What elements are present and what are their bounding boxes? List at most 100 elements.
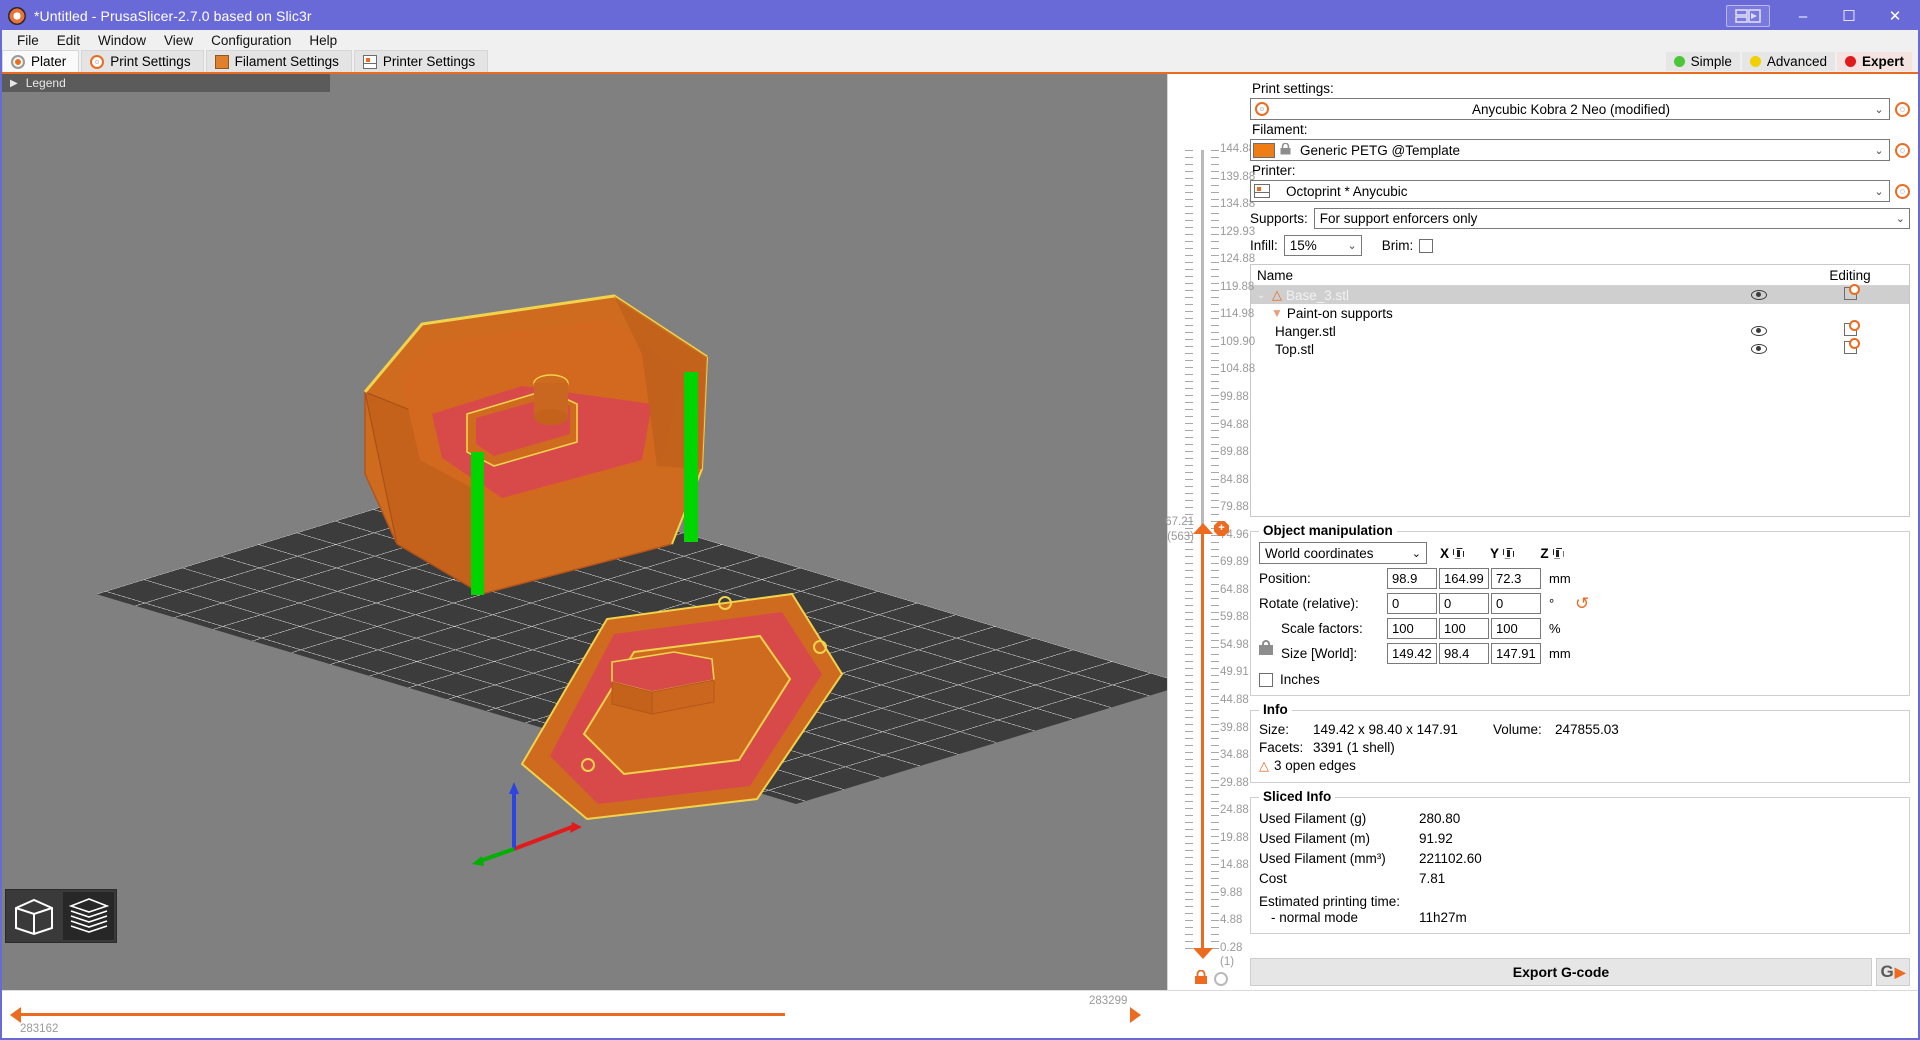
send-to-printer-icon[interactable]: G ▶: [1876, 958, 1910, 986]
layer-slider-upper-handle[interactable]: [1193, 523, 1213, 534]
horizontal-slider-right-handle[interactable]: [1130, 1007, 1141, 1023]
edit-object-icon[interactable]: [1843, 320, 1860, 336]
axis-label-z: Z: [1540, 545, 1549, 561]
print-settings-combobox[interactable]: Anycubic Kobra 2 Neo (modified) ⌄: [1250, 98, 1890, 120]
tab-printer-settings[interactable]: Printer Settings: [353, 50, 489, 72]
rotate-z-input[interactable]: 0: [1491, 593, 1541, 614]
uniform-scale-lock-icon[interactable]: [1259, 640, 1273, 656]
preview-layers-icon[interactable]: [63, 892, 114, 940]
warning-triangle-icon: △: [1272, 287, 1282, 302]
table-row[interactable]: ▼ Paint-on supports: [1251, 304, 1909, 322]
position-x-input[interactable]: 98.9: [1387, 568, 1437, 589]
prusaslicer-window: *Untitled - PrusaSlicer-2.7.0 based on S…: [0, 0, 1920, 1040]
menu-file[interactable]: File: [8, 31, 48, 50]
position-y-input[interactable]: 164.99: [1439, 568, 1489, 589]
layer-slider-tick-label: 4.88: [1220, 914, 1243, 927]
tab-print-settings[interactable]: Print Settings: [81, 50, 204, 72]
layer-slider-tick-label: 59.88: [1220, 611, 1249, 624]
3d-viewport[interactable]: ▶ Legend: [2, 74, 1167, 990]
mode-advanced-button[interactable]: Advanced: [1741, 52, 1835, 71]
filament-edit-gear-icon[interactable]: [1895, 142, 1910, 158]
horizontal-slider-track[interactable]: [20, 1013, 785, 1016]
print-bed: [96, 474, 1167, 804]
filament-label: Filament:: [1252, 122, 1308, 137]
print-settings-edit-gear-icon[interactable]: [1895, 101, 1910, 117]
position-z-input[interactable]: 72.3: [1491, 568, 1541, 589]
editing-cell[interactable]: [1791, 338, 1909, 357]
visibility-cell[interactable]: [1726, 342, 1791, 357]
object-name-top: Top.stl: [1275, 341, 1315, 357]
scale-x-input[interactable]: 100: [1387, 618, 1437, 639]
object-list[interactable]: Name Editing ⌄ △ Base_3.stl ▼ Paint-on s…: [1250, 264, 1910, 517]
brim-checkbox[interactable]: [1419, 238, 1434, 253]
window-title: *Untitled - PrusaSlicer-2.7.0 based on S…: [34, 8, 312, 24]
table-row[interactable]: Hanger.stl: [1251, 320, 1909, 340]
layer-slider-lower-handle[interactable]: [1193, 948, 1213, 959]
chevron-down-icon: ⌄: [1874, 144, 1884, 157]
inches-checkbox[interactable]: [1259, 672, 1273, 687]
object-name-base: Base_3.stl: [1286, 287, 1350, 303]
menu-edit[interactable]: Edit: [48, 31, 89, 50]
coordinate-space-value: World coordinates: [1265, 545, 1374, 561]
printer-edit-gear-icon[interactable]: [1895, 183, 1910, 199]
drop-to-bed-y-icon[interactable]: [1503, 548, 1514, 559]
chevron-down-icon[interactable]: ⌄: [1257, 290, 1268, 301]
menu-window[interactable]: Window: [89, 31, 155, 50]
paint-on-supports-icon: ▼: [1271, 306, 1283, 320]
scale-y-input[interactable]: 100: [1439, 618, 1489, 639]
layer-slider[interactable]: 144.88 139.88 134.88 129.93 124.88 119.88 114.…: [1165, 74, 1255, 990]
horizontal-slider-left-value: 283162: [20, 1023, 59, 1035]
infill-select[interactable]: 15% ⌄: [1283, 235, 1362, 256]
minimize-button[interactable]: –: [1780, 2, 1826, 30]
size-z-input[interactable]: 147.91: [1491, 643, 1541, 664]
layout-toggle-icon[interactable]: [1726, 5, 1770, 27]
legend-expand-arrow: ▶: [10, 77, 18, 89]
reset-rotation-icon[interactable]: ↺: [1575, 594, 1589, 614]
tab-plater[interactable]: Plater: [2, 50, 80, 72]
mode-expert-button[interactable]: Expert: [1836, 52, 1912, 71]
info-warning-row: △ 3 open edges: [1259, 758, 1901, 774]
edit-object-icon[interactable]: [1843, 284, 1860, 300]
edit-object-icon[interactable]: [1843, 338, 1860, 354]
layer-slider-settings-gear-icon[interactable]: [1214, 972, 1228, 986]
drop-to-bed-x-icon[interactable]: [1453, 548, 1464, 559]
info-facets-value: 3391 (1 shell): [1313, 740, 1395, 755]
printer-combobox[interactable]: Octoprint * Anycubic ⌄: [1250, 180, 1890, 202]
supports-select[interactable]: For support enforcers only ⌄: [1313, 208, 1910, 229]
editing-cell[interactable]: [1791, 284, 1909, 303]
layer-slider-current-value: 67.21: [1165, 516, 1194, 528]
layer-slider-add-color-change-marker[interactable]: +: [1214, 521, 1229, 536]
menu-view[interactable]: View: [155, 31, 202, 50]
table-row[interactable]: ⌄ △ Base_3.stl: [1251, 284, 1909, 304]
legend-bar[interactable]: ▶ Legend: [2, 74, 330, 92]
object-row-name-cell: ⌄ △ Base_3.stl: [1251, 287, 1726, 303]
table-row[interactable]: Top.stl: [1251, 338, 1909, 358]
layer-slider-tick-label: 64.88: [1220, 583, 1249, 596]
size-x-input[interactable]: 149.42: [1387, 643, 1437, 664]
horizontal-move-slider[interactable]: 283162 283299: [2, 990, 1918, 1038]
estimated-time-label: Estimated printing time:: [1259, 894, 1401, 909]
eye-icon[interactable]: [1750, 343, 1767, 354]
visibility-cell[interactable]: [1726, 288, 1791, 303]
maximize-button[interactable]: ☐: [1826, 2, 1872, 30]
tab-filament-settings[interactable]: Filament Settings: [205, 50, 352, 72]
filament-combobox[interactable]: Generic PETG @Template ⌄: [1250, 139, 1890, 161]
3d-editor-view-icon[interactable]: [8, 892, 59, 940]
size-y-input[interactable]: 98.4: [1439, 643, 1489, 664]
menu-help[interactable]: Help: [300, 31, 346, 50]
export-gcode-button[interactable]: Export G-code: [1250, 958, 1872, 986]
editing-cell[interactable]: [1791, 320, 1909, 339]
close-button[interactable]: ✕: [1872, 2, 1918, 30]
eye-icon[interactable]: [1750, 325, 1767, 336]
coordinate-space-select[interactable]: World coordinates ⌄: [1259, 542, 1427, 564]
scale-z-input[interactable]: 100: [1491, 618, 1541, 639]
menu-configuration[interactable]: Configuration: [202, 31, 300, 50]
object-manipulation-panel: Object manipulation World coordinates ⌄ …: [1250, 523, 1910, 696]
rotate-x-input[interactable]: 0: [1387, 593, 1437, 614]
rotate-y-input[interactable]: 0: [1439, 593, 1489, 614]
eye-icon[interactable]: [1750, 289, 1767, 300]
drop-to-bed-z-icon[interactable]: [1553, 548, 1564, 559]
layer-slider-lock-icon[interactable]: [1194, 969, 1208, 988]
visibility-cell[interactable]: [1726, 324, 1791, 339]
mode-simple-button[interactable]: Simple: [1665, 52, 1740, 71]
